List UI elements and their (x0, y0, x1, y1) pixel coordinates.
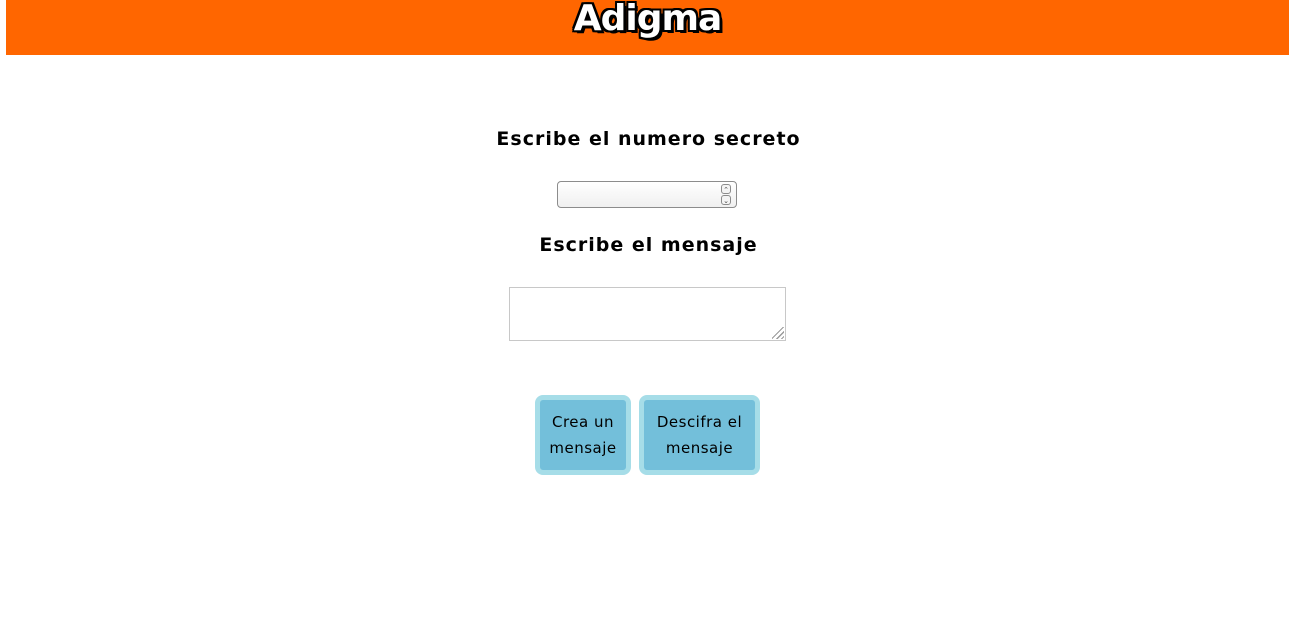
message-field[interactable] (509, 287, 786, 341)
create-message-button[interactable]: Crea un mensaje (535, 395, 631, 475)
message-textarea[interactable] (510, 288, 785, 340)
secret-number-input[interactable] (562, 185, 716, 206)
message-label: Escribe el mensaje (539, 234, 758, 256)
decipher-message-button[interactable]: Descifra el mensaje (639, 395, 760, 475)
create-message-label-line2: mensaje (549, 439, 617, 457)
header-bar: Adigma (6, 0, 1289, 55)
chevron-up-icon[interactable]: ⌃ (721, 184, 731, 194)
decipher-message-label-line2: mensaje (665, 439, 734, 457)
decipher-message-label-line1: Descifra el (656, 413, 743, 431)
secret-number-field[interactable]: ⌃ ⌄ (557, 181, 737, 208)
secret-number-label: Escribe el numero secreto (496, 128, 801, 150)
site-logo[interactable]: Adigma (6, 0, 1289, 44)
create-message-label-line1: Crea un (551, 413, 614, 431)
resize-grip-icon[interactable] (772, 327, 784, 339)
chevron-down-icon[interactable]: ⌄ (721, 195, 731, 205)
